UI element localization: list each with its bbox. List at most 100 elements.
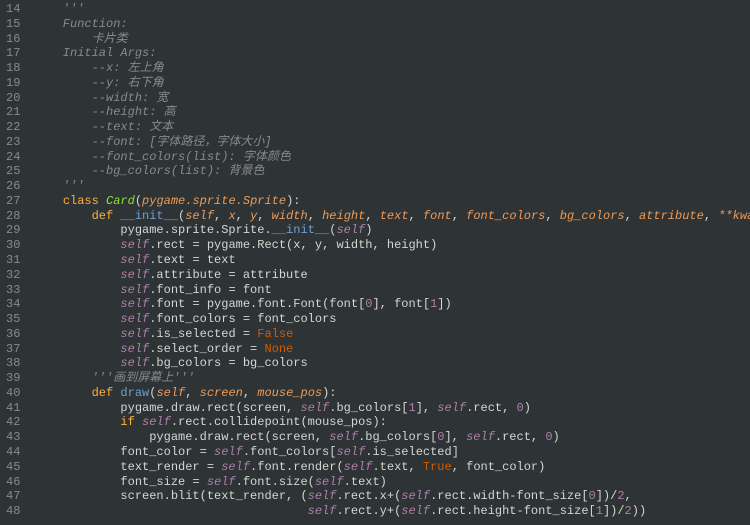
token: def (92, 386, 114, 400)
line-number: 27 (6, 194, 20, 209)
token: self (120, 268, 149, 282)
token: , (243, 386, 257, 400)
token: ''' (34, 179, 84, 193)
token (135, 415, 142, 429)
code-line[interactable]: text_render = self.font.render(self.text… (34, 460, 750, 475)
token: self (315, 475, 344, 489)
code-line[interactable]: pygame.draw.rect(screen, self.bg_colors[… (34, 401, 750, 416)
code-line[interactable]: --bg_colors(list): 背景色 (34, 164, 750, 179)
token: 1 (408, 401, 415, 415)
token: , (545, 209, 559, 223)
code-line[interactable]: --x: 左上角 (34, 61, 750, 76)
code-line[interactable]: pygame.draw.rect(screen, self.bg_colors[… (34, 430, 750, 445)
token (34, 238, 120, 252)
line-number: 38 (6, 356, 20, 371)
code-line[interactable]: ''' (34, 179, 750, 194)
token: --height: 高 (34, 105, 176, 119)
token: mouse_pos (257, 386, 322, 400)
token: .rect, (466, 401, 516, 415)
token (34, 415, 120, 429)
token: ): (322, 386, 336, 400)
code-line[interactable]: --width: 宽 (34, 91, 750, 106)
token: ], (444, 430, 466, 444)
code-line[interactable]: class Card(pygame.sprite.Sprite): (34, 194, 750, 209)
token: , (704, 209, 718, 223)
code-line[interactable]: self.rect.y+(self.rect.height-font_size[… (34, 504, 750, 519)
token: --text: 文本 (34, 120, 173, 134)
code-line[interactable]: --y: 右下角 (34, 76, 750, 91)
token (34, 356, 120, 370)
token: .rect = pygame.Rect(x, y, width, height) (149, 238, 437, 252)
line-number: 36 (6, 327, 20, 342)
token (34, 342, 120, 356)
token: --font_colors(list): 字体颜色 (34, 150, 291, 164)
token: Initial Args: (34, 46, 156, 60)
code-line[interactable]: self.attribute = attribute (34, 268, 750, 283)
token: __init__ (272, 223, 330, 237)
code-line[interactable]: self.font_colors = font_colors (34, 312, 750, 327)
line-number: 43 (6, 430, 20, 445)
code-line[interactable]: '''画到屏幕上''' (34, 371, 750, 386)
code-line[interactable]: --text: 文本 (34, 120, 750, 135)
code-area[interactable]: ''' Function: 卡片类 Initial Args: --x: 左上角… (30, 0, 750, 525)
token: , (365, 209, 379, 223)
code-line[interactable]: self.select_order = None (34, 342, 750, 357)
line-number-gutter: 1415161718192021222324252627282930313233… (0, 0, 30, 525)
token: self (329, 430, 358, 444)
code-line[interactable]: self.bg_colors = bg_colors (34, 356, 750, 371)
token: None (264, 342, 293, 356)
token: , (214, 209, 228, 223)
token: 1 (596, 504, 603, 518)
token: screen.blit(text_render, ( (34, 489, 308, 503)
code-line[interactable]: self.font_info = font (34, 283, 750, 298)
token: pygame.sprite.Sprite. (34, 223, 272, 237)
token: width (272, 209, 308, 223)
code-line[interactable]: self.font = pygame.font.Font(font[0], fo… (34, 297, 750, 312)
code-line[interactable]: --font_colors(list): 字体颜色 (34, 150, 750, 165)
code-line[interactable]: Function: (34, 17, 750, 32)
token: .font_colors = font_colors (149, 312, 336, 326)
code-line[interactable]: 卡片类 (34, 32, 750, 47)
token: pygame.draw.rect(screen, (34, 430, 329, 444)
token (34, 504, 308, 518)
token (34, 253, 120, 267)
token: text (380, 209, 409, 223)
token: self (401, 504, 430, 518)
code-line[interactable]: font_color = self.font_colors[self.is_se… (34, 445, 750, 460)
token: .rect.height-font_size[ (430, 504, 596, 518)
token: , (257, 209, 271, 223)
token: 2 (625, 504, 632, 518)
code-line[interactable]: if self.rect.collidepoint(mouse_pos): (34, 415, 750, 430)
token: .rect, (495, 430, 545, 444)
code-line[interactable]: def __init__(self, x, y, width, height, … (34, 209, 750, 224)
code-line[interactable]: screen.blit(text_render, (self.rect.x+(s… (34, 489, 750, 504)
code-line[interactable]: def draw(self, screen, mouse_pos): (34, 386, 750, 401)
code-line[interactable]: Initial Args: (34, 46, 750, 61)
line-number: 16 (6, 32, 20, 47)
token: class (63, 194, 99, 208)
token: .text) (344, 475, 387, 489)
code-line[interactable]: ''' (34, 2, 750, 17)
code-line[interactable]: self.text = text (34, 253, 750, 268)
token: draw (120, 386, 149, 400)
token: self (120, 253, 149, 267)
code-line[interactable]: --height: 高 (34, 105, 750, 120)
token: self (214, 445, 243, 459)
token: , font_color) (452, 460, 546, 474)
line-number: 32 (6, 268, 20, 283)
token: , (409, 209, 423, 223)
code-line[interactable]: font_size = self.font.size(self.text) (34, 475, 750, 490)
line-number: 30 (6, 238, 20, 253)
token: .bg_colors[ (329, 401, 408, 415)
code-line[interactable]: pygame.sprite.Sprite.__init__(self) (34, 223, 750, 238)
line-number: 20 (6, 91, 20, 106)
token: self (142, 415, 171, 429)
code-line[interactable]: self.rect = pygame.Rect(x, y, width, hei… (34, 238, 750, 253)
token: --width: 宽 (34, 91, 168, 105)
token: ]) (437, 297, 451, 311)
code-line[interactable]: self.is_selected = False (34, 327, 750, 342)
token: .rect.y+( (336, 504, 401, 518)
code-line[interactable]: --font: [字体路径，字体大小] (34, 135, 750, 150)
line-number: 41 (6, 401, 20, 416)
token: .rect.width-font_size[ (430, 489, 588, 503)
